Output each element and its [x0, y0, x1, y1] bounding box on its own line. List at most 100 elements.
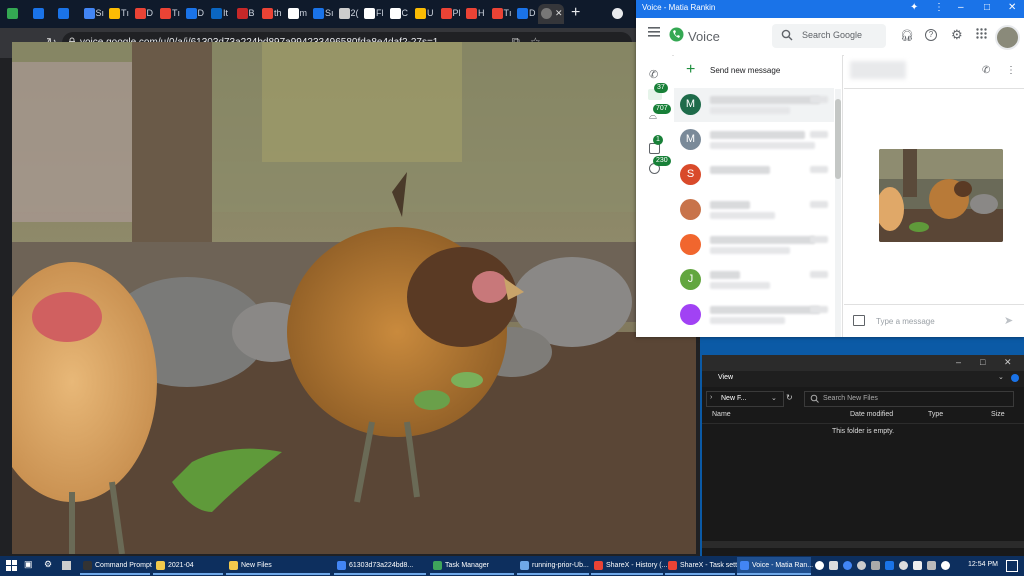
- explorer-search-input[interactable]: Search New Files: [804, 391, 1014, 407]
- conversation-item[interactable]: [674, 228, 834, 262]
- taskbar-item[interactable]: ShareX - Task sett...: [665, 557, 743, 575]
- tab[interactable]: [4, 4, 26, 24]
- image-message-thumbnail[interactable]: [879, 149, 1003, 242]
- taskbar-item[interactable]: 61303d73a224bd8...: [334, 557, 426, 575]
- taskbar-item[interactable]: Task Manager: [430, 557, 514, 575]
- tab[interactable]: Sı: [81, 4, 104, 24]
- help-icon[interactable]: [1011, 374, 1019, 382]
- tab-close-icon[interactable]: ✕: [555, 8, 563, 19]
- taskbar-clock[interactable]: 12:54 PM: [968, 561, 998, 568]
- send-icon[interactable]: ➤: [1004, 314, 1013, 327]
- more-options-icon[interactable]: ⋮: [1006, 65, 1016, 76]
- tab[interactable]: th: [259, 4, 282, 24]
- tab[interactable]: Pl: [438, 4, 461, 24]
- message-composer[interactable]: Type a message ➤: [844, 304, 1024, 338]
- tray-icon[interactable]: [843, 561, 852, 570]
- voice-nav-rail: ✆ 37 ⌓ 707 1 230: [636, 55, 672, 337]
- tray-icon[interactable]: [885, 561, 894, 570]
- taskbar-item-label: ShareX - Task sett...: [680, 562, 743, 569]
- tray-icon[interactable]: [829, 561, 838, 570]
- voice-logo-icon: [669, 27, 684, 42]
- apps-grid-icon[interactable]: [976, 28, 987, 39]
- tab-favicon-icon: [32, 8, 44, 19]
- list-scrollbar[interactable]: [835, 89, 841, 337]
- calls-phone-icon[interactable]: ✆: [649, 68, 658, 81]
- help-icon[interactable]: ?: [925, 29, 937, 41]
- minimize-icon[interactable]: –: [958, 2, 964, 13]
- tray-icon[interactable]: [857, 561, 866, 570]
- column-size[interactable]: Size: [991, 411, 1005, 418]
- conversation-item[interactable]: [674, 193, 834, 227]
- tray-icon[interactable]: [899, 561, 908, 570]
- tray-icon[interactable]: [871, 561, 880, 570]
- send-new-message-button[interactable]: + Send new message: [674, 55, 842, 88]
- chevron-down-icon[interactable]: ⌄: [998, 373, 1004, 381]
- hamburger-menu-icon[interactable]: [648, 27, 660, 37]
- conversation-item[interactable]: [674, 298, 834, 332]
- list-scrollbar-thumb[interactable]: [835, 99, 841, 179]
- extensions-puzzle-icon[interactable]: ✦: [910, 2, 918, 13]
- column-date-modified[interactable]: Date modified: [850, 411, 893, 418]
- tab[interactable]: D: [514, 4, 536, 24]
- conversation-item[interactable]: M: [674, 88, 834, 122]
- tab[interactable]: D: [183, 4, 205, 24]
- taskbar-item[interactable]: 2021-04: [153, 557, 223, 575]
- tab[interactable]: D: [132, 4, 154, 24]
- profile-icon[interactable]: [612, 8, 623, 19]
- tab[interactable]: C: [387, 4, 409, 24]
- settings-gear-icon[interactable]: ⚙: [951, 27, 963, 43]
- close-icon[interactable]: ✕: [1004, 357, 1012, 368]
- chevron-down-icon[interactable]: ⌄: [771, 394, 777, 402]
- close-icon[interactable]: ✕: [1008, 2, 1016, 13]
- browser-window: SıTıDTıDItBthmSı2(FlCUPlHTıD ✕ + ← → ↻ v…: [0, 0, 700, 556]
- start-windows-icon[interactable]: [6, 560, 17, 571]
- search-input[interactable]: Search Google: [772, 24, 886, 48]
- tab[interactable]: 2(: [336, 4, 359, 24]
- tray-icon[interactable]: [941, 561, 950, 570]
- taskbar-item[interactable]: running-prior-Ub...: [517, 557, 589, 575]
- tab[interactable]: [30, 4, 52, 24]
- tab[interactable]: B: [234, 4, 256, 24]
- maximize-icon[interactable]: □: [984, 2, 990, 13]
- conversation-item[interactable]: M: [674, 123, 834, 157]
- tab[interactable]: Sı: [310, 4, 334, 24]
- column-name[interactable]: Name: [712, 411, 731, 418]
- taskbar-item[interactable]: Voice - Matia Ran...: [737, 557, 813, 575]
- tab[interactable]: Fl: [361, 4, 384, 24]
- tray-icon[interactable]: [913, 561, 922, 570]
- column-type[interactable]: Type: [928, 411, 943, 418]
- tab[interactable]: m: [285, 4, 307, 24]
- taskbar-item[interactable]: Command Prompt: [80, 557, 152, 575]
- settings-gear-icon[interactable]: ⚙: [44, 559, 52, 570]
- more-menu-icon[interactable]: ⋮: [934, 2, 944, 13]
- call-icon[interactable]: ✆: [982, 65, 990, 76]
- path-box[interactable]: › New F... ⌄: [706, 391, 784, 407]
- pinned-app-icon[interactable]: [62, 561, 71, 570]
- tab[interactable]: U: [412, 4, 434, 24]
- minimize-icon[interactable]: –: [956, 357, 961, 367]
- horizontal-scrollbar[interactable]: [702, 541, 1024, 548]
- tray-icon[interactable]: [927, 561, 936, 570]
- tray-icon[interactable]: [815, 561, 824, 570]
- task-view-icon[interactable]: ▣: [24, 559, 33, 570]
- tab[interactable]: [55, 4, 77, 24]
- tab[interactable]: It: [208, 4, 230, 24]
- notification-icon[interactable]: [1006, 560, 1018, 572]
- conversation-item[interactable]: J: [674, 263, 834, 297]
- headset-icon[interactable]: 🎧︎: [900, 29, 914, 42]
- taskbar-item[interactable]: New Files: [226, 557, 330, 575]
- new-tab-button[interactable]: +: [571, 4, 580, 22]
- tab[interactable]: Tı: [106, 4, 129, 24]
- tab[interactable]: Tı: [157, 4, 180, 24]
- taskbar-app-icon: [668, 561, 677, 570]
- ribbon-tab-view[interactable]: View: [718, 374, 733, 381]
- conversation-item[interactable]: S: [674, 158, 834, 192]
- tab-active[interactable]: ✕: [538, 4, 564, 24]
- tab[interactable]: Tı: [489, 4, 512, 24]
- attach-image-icon[interactable]: [853, 315, 865, 326]
- maximize-icon[interactable]: □: [980, 357, 985, 367]
- refresh-icon[interactable]: ↻: [786, 393, 793, 402]
- taskbar-item[interactable]: ShareX - History (...: [591, 557, 667, 575]
- avatar[interactable]: [995, 25, 1020, 50]
- tab[interactable]: H: [463, 4, 485, 24]
